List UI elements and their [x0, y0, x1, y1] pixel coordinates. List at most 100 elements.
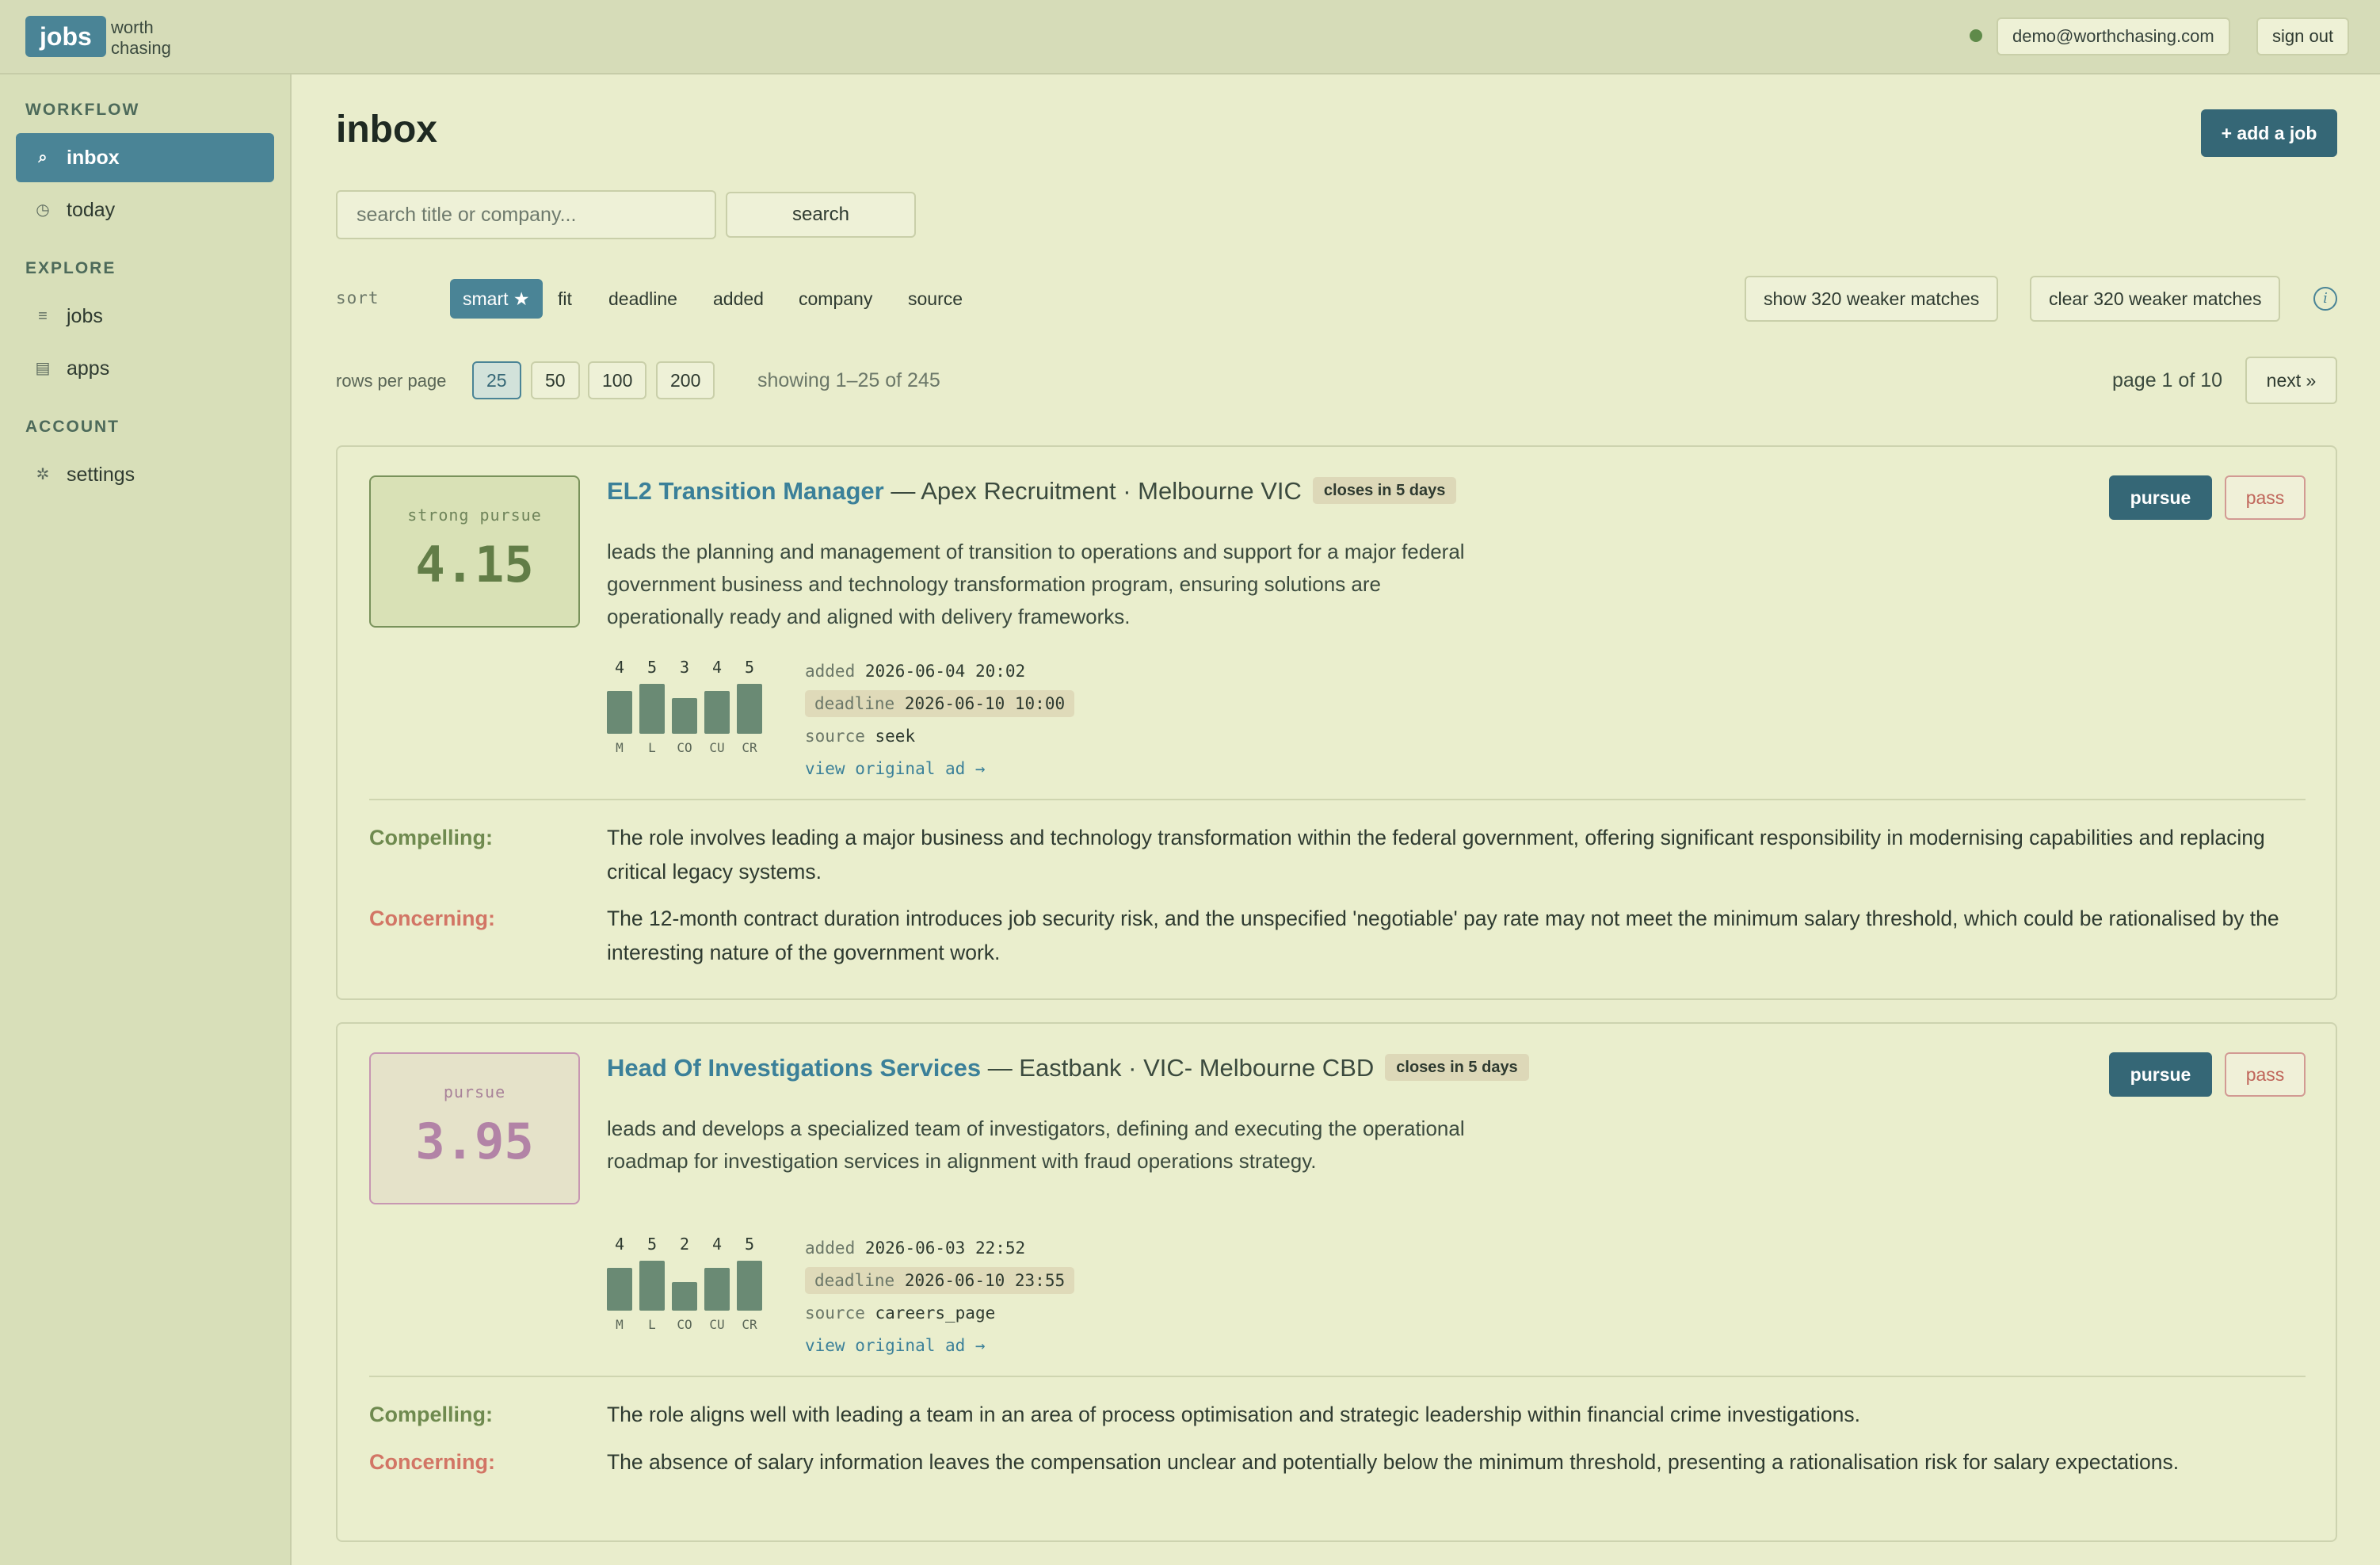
criteria-bar-rect: [737, 684, 762, 734]
criteria-bar-rect: [607, 1268, 632, 1311]
view-original-ad-link[interactable]: view original ad →: [805, 755, 986, 782]
logo-text: worth chasing: [111, 17, 171, 59]
sidebar-item-jobs[interactable]: ≡ jobs: [16, 292, 274, 341]
criteria-value: 5: [646, 1235, 658, 1254]
sort-option-company[interactable]: company: [786, 279, 885, 319]
view-original-ad-link[interactable]: view original ad →: [805, 1332, 986, 1359]
sort-label: sort: [336, 288, 380, 307]
user-email[interactable]: demo@worthchasing.com: [1997, 17, 2230, 55]
added-key: added: [805, 662, 856, 681]
criteria-key: CU: [709, 740, 725, 755]
logo-badge[interactable]: jobs: [25, 16, 106, 57]
sidebar-item-label: settings: [67, 464, 135, 486]
sidebar-heading-explore: EXPLORE: [25, 259, 116, 277]
pass-button[interactable]: pass: [2225, 1052, 2306, 1097]
criteria-key: L: [648, 740, 656, 755]
source-row: source careers_page: [805, 1300, 995, 1326]
gear-icon: ✲: [36, 466, 50, 483]
sidebar-item-apps[interactable]: ▤ apps: [16, 344, 274, 393]
search-icon: ⌕: [38, 149, 48, 166]
clock-icon: ◷: [36, 201, 50, 219]
page-title: inbox: [336, 109, 437, 151]
sort-option-added[interactable]: added: [700, 279, 776, 319]
rows-option-200[interactable]: 200: [656, 361, 715, 399]
source-row: source seek: [805, 723, 915, 750]
concerning-label: Concerning:: [369, 907, 495, 930]
deadline-value: 2026-06-10 23:55: [904, 1271, 1066, 1290]
criteria-bar-rect: [704, 691, 730, 734]
rows-per-page-label: rows per page: [336, 371, 447, 391]
added-value: 2026-06-04 20:02: [864, 662, 1026, 681]
criteria-value: 4: [711, 1235, 723, 1254]
online-status-dot: [1970, 29, 1982, 42]
sort-option-fit[interactable]: fit: [545, 279, 585, 319]
job-heading: Head Of Investigations Services — Eastba…: [607, 1053, 1529, 1083]
criteria-bar-m: 4M: [607, 658, 632, 769]
criteria-value: 4: [614, 1235, 625, 1254]
show-weaker-matches-button[interactable]: show 320 weaker matches: [1745, 276, 1999, 322]
compelling-label: Compelling:: [369, 826, 493, 849]
compelling-text: The role aligns well with leading a team…: [607, 1403, 1860, 1426]
criteria-key: L: [648, 1317, 656, 1332]
top-bar: jobs worth chasing demo@worthchasing.com…: [0, 0, 2380, 74]
search-button[interactable]: search: [726, 192, 916, 238]
rows-option-25[interactable]: 25: [472, 361, 521, 399]
criteria-key: M: [616, 1317, 624, 1332]
criteria-value: 5: [744, 1235, 755, 1254]
next-page-button[interactable]: next »: [2245, 357, 2337, 404]
sort-option-source[interactable]: source: [895, 279, 975, 319]
criteria-value: 5: [646, 658, 658, 677]
criteria-bar-rect: [672, 1282, 697, 1311]
score-value: 3.95: [415, 1113, 534, 1170]
rows-option-50[interactable]: 50: [531, 361, 580, 399]
sidebar-item-settings[interactable]: ✲ settings: [16, 450, 274, 499]
concerning-label: Concerning:: [369, 1450, 495, 1474]
page-info: page 1 of 10: [2112, 369, 2223, 391]
add-job-button[interactable]: + add a job: [2201, 109, 2337, 157]
concerning-text: The absence of salary information leaves…: [607, 1450, 2180, 1474]
criteria-bar-l: 5L: [639, 1235, 665, 1346]
pursue-button[interactable]: pursue: [2109, 475, 2212, 520]
sidebar-item-label: apps: [67, 357, 110, 380]
showing-count: showing 1–25 of 245: [757, 369, 940, 391]
criteria-value: 2: [679, 1235, 690, 1254]
job-title-link[interactable]: Head Of Investigations Services: [607, 1054, 981, 1082]
criteria-bar-m: 4M: [607, 1235, 632, 1346]
score-value: 4.15: [415, 536, 534, 594]
sidebar-heading-workflow: WORKFLOW: [25, 101, 140, 119]
pass-button[interactable]: pass: [2225, 475, 2306, 520]
score-label: pursue: [443, 1082, 506, 1101]
sidebar-item-today[interactable]: ◷ today: [16, 185, 274, 235]
criteria-bar-rect: [639, 684, 665, 734]
criteria-bars: 4 M 5 L 3 CO 4 CU 5 CR: [607, 658, 765, 769]
criteria-value: 4: [711, 658, 723, 677]
pursue-button[interactable]: pursue: [2109, 1052, 2212, 1097]
criteria-bar-cu: 4 CU: [704, 1235, 730, 1346]
clear-weaker-matches-button[interactable]: clear 320 weaker matches: [2030, 276, 2281, 322]
criteria-bar-rect: [607, 691, 632, 734]
rows-option-100[interactable]: 100: [588, 361, 647, 399]
search-input[interactable]: [336, 190, 716, 239]
compelling-text: The role involves leading a major busine…: [607, 826, 2265, 884]
logo-line-1: worth: [111, 17, 154, 37]
sidebar-item-inbox[interactable]: ⌕ inbox: [16, 133, 274, 182]
job-title-link[interactable]: EL2 Transition Manager: [607, 477, 884, 505]
criteria-bar-cr: 5 CR: [737, 1235, 762, 1346]
card-divider: [369, 1376, 2306, 1377]
table-icon: ▤: [35, 360, 51, 377]
criteria-bar-cr: 5 CR: [737, 658, 762, 769]
info-icon[interactable]: i: [2313, 287, 2337, 311]
logo-line-2: chasing: [111, 38, 171, 58]
job-heading: EL2 Transition Manager — Apex Recruitmen…: [607, 476, 1457, 506]
score-box: pursue 3.95: [369, 1052, 580, 1204]
sign-out-button[interactable]: sign out: [2256, 17, 2350, 55]
sidebar-item-label: jobs: [67, 305, 103, 327]
job-description: leads the planning and management of tra…: [607, 540, 1465, 628]
job-card: strong pursue 4.15 EL2 Transition Manage…: [336, 445, 2337, 1000]
sort-option-deadline[interactable]: deadline: [596, 279, 690, 319]
sort-option-smart[interactable]: smart ★: [450, 279, 543, 319]
deadline-row: deadline 2026-06-10 23:55: [805, 1267, 1075, 1294]
concerning-text: The 12-month contract duration introduce…: [607, 907, 2279, 964]
criteria-key: CR: [742, 1317, 757, 1332]
job-company-location: — Apex Recruitment · Melbourne VIC: [883, 477, 1302, 505]
